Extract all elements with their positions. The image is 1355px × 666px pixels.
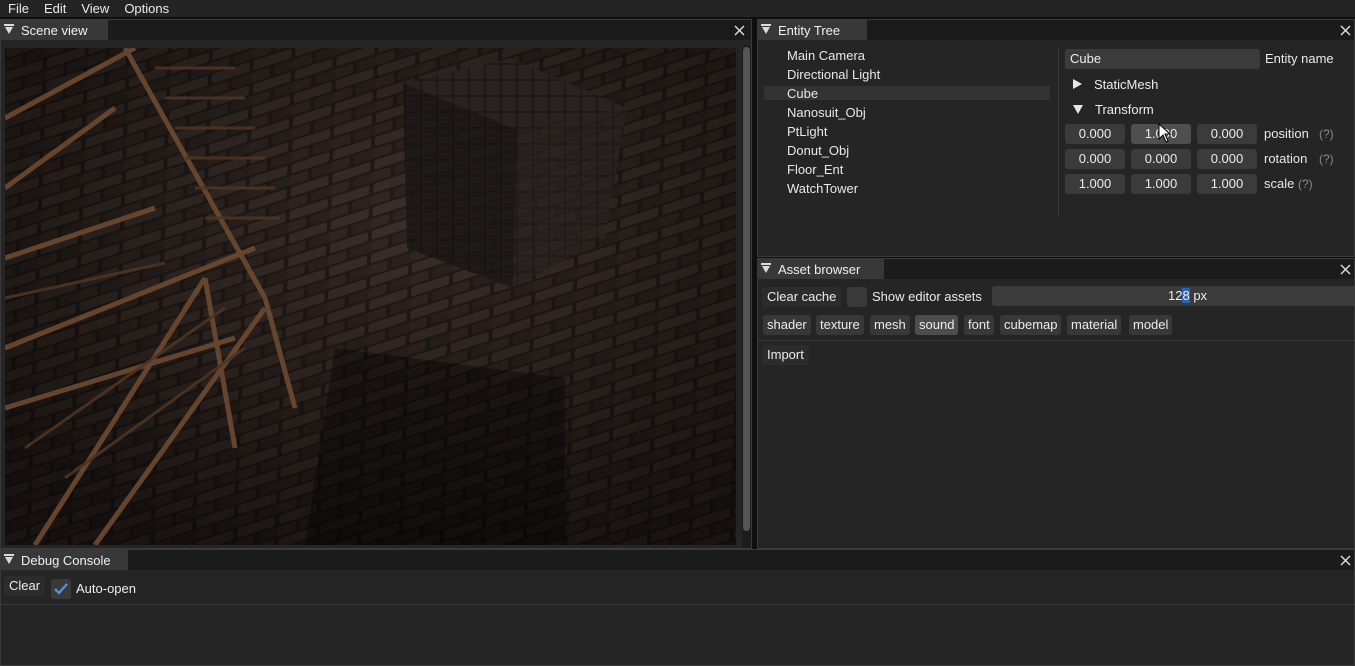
scene-render-image (5, 48, 736, 545)
position-x-field[interactable]: 0.000 (1065, 124, 1125, 144)
scene-view-title: Scene view (21, 22, 88, 38)
tree-item-donut-obj[interactable]: Donut_Obj (787, 141, 849, 160)
tag-model[interactable]: model (1129, 315, 1173, 335)
collapse-triangle-icon[interactable] (761, 23, 771, 34)
entity-name-label: Entity name (1265, 51, 1334, 66)
thumbnail-size-value: 128 px (1168, 286, 1207, 306)
tree-item-watchtower[interactable]: WatchTower (787, 179, 858, 198)
asset-browser-panel: Asset browser Clear cache Show editor as… (757, 258, 1355, 549)
tree-item-floor-ent[interactable]: Floor_Ent (787, 160, 843, 179)
menu-view[interactable]: View (73, 0, 116, 17)
debug-console-panel: Debug Console Clear Auto-open (0, 549, 1355, 666)
collapse-triangle-icon[interactable] (4, 553, 14, 564)
entity-name-input[interactable]: Cube (1065, 49, 1260, 69)
tree-item-cube[interactable]: Cube (787, 84, 818, 103)
collapse-triangle-icon[interactable] (761, 262, 771, 273)
scene-view-tab[interactable]: Scene view (1, 20, 108, 40)
clear-console-button[interactable]: Clear (4, 576, 46, 596)
rotation-label: rotation (1264, 151, 1308, 166)
rotation-z-field[interactable]: 0.000 (1197, 149, 1257, 169)
tree-item-directional-light[interactable]: Directional Light (787, 65, 880, 84)
tag-mesh[interactable]: mesh (870, 315, 910, 335)
debug-console-tab[interactable]: Debug Console (1, 550, 128, 570)
tree-arrow-down-icon (1073, 104, 1083, 114)
scene-view-scrollbar[interactable] (742, 45, 751, 548)
scene-viewport[interactable] (5, 48, 736, 545)
tree-arrow-right-icon (1073, 79, 1082, 89)
checkmark-icon (54, 583, 68, 595)
position-help[interactable]: (?) (1319, 124, 1334, 144)
menu-bar: File Edit View Options (0, 0, 1355, 17)
rotation-help[interactable]: (?) (1319, 149, 1334, 169)
scene-view-scroll-thumb[interactable] (743, 47, 750, 531)
asset-browser-title: Asset browser (778, 261, 861, 277)
size-value-cursor-digit: 8 (1182, 288, 1190, 303)
tree-item-main-camera[interactable]: Main Camera (787, 46, 865, 65)
tree-item-ptlight[interactable]: PtLight (787, 122, 827, 141)
clear-cache-button[interactable]: Clear cache (762, 287, 842, 307)
size-value-digits: 12 (1168, 288, 1183, 303)
entity-tree-tab[interactable]: Entity Tree (758, 20, 867, 40)
tag-sound[interactable]: sound (915, 315, 959, 335)
tree-inspector-divider[interactable] (1058, 48, 1059, 216)
tag-material[interactable]: material (1067, 315, 1122, 335)
position-z-field[interactable]: 0.000 (1197, 124, 1257, 144)
section-staticmesh[interactable]: StaticMesh (1065, 74, 1354, 94)
debug-console-separator (1, 604, 1354, 605)
tag-cubemap[interactable]: cubemap (1000, 315, 1062, 335)
menu-edit[interactable]: Edit (36, 0, 73, 17)
debug-console-titlebar (1, 550, 1354, 570)
scale-label: scale (1264, 176, 1295, 191)
scale-x-field[interactable]: 1.000 (1065, 174, 1125, 194)
section-transform-label: Transform (1095, 101, 1154, 117)
asset-browser-tab[interactable]: Asset browser (758, 259, 884, 279)
rotation-x-field[interactable]: 0.000 (1065, 149, 1125, 169)
import-button[interactable]: Import (762, 345, 809, 365)
close-icon[interactable] (1336, 259, 1354, 279)
position-label: position (1264, 126, 1309, 141)
scale-z-field[interactable]: 1.000 (1197, 174, 1257, 194)
tag-texture[interactable]: texture (816, 315, 864, 335)
scale-help[interactable]: (?) (1298, 174, 1313, 194)
size-value-unit: px (1189, 288, 1208, 303)
close-icon[interactable] (1336, 20, 1354, 40)
mouse-cursor-icon (1158, 123, 1172, 143)
debug-console-title: Debug Console (21, 552, 111, 568)
scene-view-panel: Scene view (0, 19, 752, 549)
thumbnail-size-slider[interactable]: 128 px (992, 286, 1354, 306)
scene-view-titlebar (1, 20, 751, 40)
show-editor-assets-label: Show editor assets (872, 289, 982, 304)
entity-tree-title: Entity Tree (778, 22, 841, 38)
menu-file[interactable]: File (0, 0, 36, 17)
tree-item-nanosuit-obj[interactable]: Nanosuit_Obj (787, 103, 866, 122)
menu-options[interactable]: Options (116, 0, 176, 17)
section-staticmesh-label: StaticMesh (1094, 76, 1159, 92)
close-icon[interactable] (730, 20, 748, 40)
auto-open-label: Auto-open (76, 581, 136, 596)
close-icon[interactable] (1336, 550, 1354, 570)
scale-y-field[interactable]: 1.000 (1131, 174, 1191, 194)
asset-browser-separator (758, 340, 1354, 341)
show-editor-assets-checkbox[interactable] (847, 287, 867, 307)
auto-open-checkbox[interactable] (51, 579, 71, 599)
rotation-y-field[interactable]: 0.000 (1131, 149, 1191, 169)
tag-shader[interactable]: shader (763, 315, 811, 335)
collapse-triangle-icon[interactable] (4, 23, 14, 34)
tag-font[interactable]: font (964, 315, 994, 335)
entity-tree-panel: Entity Tree Main Camera Directional Ligh… (757, 19, 1355, 257)
section-transform[interactable]: Transform (1065, 99, 1354, 119)
